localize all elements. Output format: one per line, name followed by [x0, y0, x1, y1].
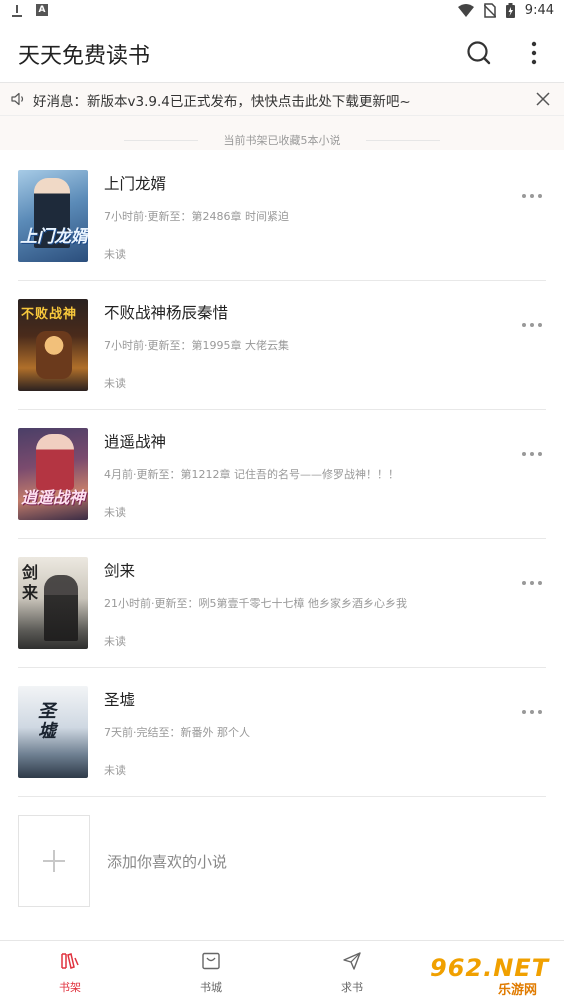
book-more-button[interactable]	[522, 194, 546, 200]
cover-title: 不败战神	[21, 307, 78, 322]
book-update: 7小时前·更新至：第1995章 大佬云集	[104, 339, 289, 352]
book-item[interactable]: 剑来 剑来 21小时前·更新至：咧5第壹千零七十七樟 他乡家乡酒乡心乡我 未读	[18, 538, 546, 668]
download-notification-icon	[12, 4, 22, 18]
book-cover[interactable]: 不败战神	[18, 299, 88, 391]
notice-text: 好消息：新版本v3.9.4已正式发布，快快点击此处下载更新吧~	[33, 94, 411, 110]
book-title: 圣墟	[104, 691, 136, 709]
book-title: 剑来	[104, 562, 136, 580]
cover-figure	[44, 575, 78, 641]
tab-label: 求书	[341, 981, 363, 994]
no-sim-icon	[483, 3, 496, 18]
battery-icon	[505, 3, 515, 18]
book-more-button[interactable]	[522, 452, 546, 458]
book-more-button[interactable]	[522, 581, 546, 587]
speaker-icon	[11, 92, 24, 106]
plus-icon	[43, 850, 65, 872]
book-read-status: 未读	[104, 377, 126, 390]
cover-title: 剑来	[22, 563, 39, 602]
update-notice[interactable]: 好消息：新版本v3.9.4已正式发布，快快点击此处下载更新吧~	[0, 83, 564, 116]
tab-label: 书架	[59, 981, 81, 994]
send-icon	[343, 952, 361, 970]
book-update: 7小时前·更新至：第2486章 时间紧迫	[104, 210, 289, 223]
book-read-status: 未读	[104, 248, 126, 261]
tab-bookshelf[interactable]: 书架	[20, 941, 120, 1003]
status-time: 9:44	[524, 3, 554, 18]
more-options-button[interactable]	[522, 38, 546, 68]
book-read-status: 未读	[104, 764, 126, 777]
book-cover[interactable]: 圣墟	[18, 686, 88, 778]
book-cover[interactable]: 逍遥战神	[18, 428, 88, 520]
app-title: 天天免费读书	[18, 44, 151, 69]
cover-title: 逍遥战神	[21, 488, 86, 507]
bookshelf-icon	[61, 953, 79, 969]
app-notification-icon: A	[36, 4, 48, 16]
cover-title: 上门龙婿	[20, 227, 88, 247]
watermark: 962.NET 乐游网	[424, 952, 560, 998]
book-more-button[interactable]	[522, 710, 546, 716]
search-icon	[467, 41, 491, 65]
book-read-status: 未读	[104, 506, 126, 519]
book-more-button[interactable]	[522, 323, 546, 329]
book-title: 上门龙婿	[104, 175, 167, 193]
wifi-icon	[457, 3, 474, 17]
cover-figure	[36, 331, 72, 379]
watermark-logo-text: 962.NET	[430, 954, 550, 982]
app-bar: 天天免费读书	[0, 24, 564, 83]
shelf-count: 当前书架已收藏5本小说	[223, 134, 341, 147]
book-title: 逍遥战神	[104, 433, 167, 451]
cover-title: 圣墟	[38, 701, 56, 742]
cover-figure	[36, 434, 74, 490]
book-item[interactable]: 不败战神 不败战神杨辰秦惜 7小时前·更新至：第1995章 大佬云集 未读	[18, 280, 546, 410]
book-update: 7天前·完结至：新番外 那个人	[104, 726, 250, 739]
close-icon[interactable]	[534, 90, 552, 108]
tab-bookstore[interactable]: 书城	[161, 941, 261, 1003]
watermark-site-name: 乐游网	[498, 983, 538, 998]
book-item[interactable]: 圣墟 圣墟 7天前·完结至：新番外 那个人 未读	[18, 667, 546, 797]
book-title: 不败战神杨辰秦惜	[104, 304, 229, 322]
shelf-header: 当前书架已收藏5本小说	[0, 116, 564, 150]
search-button[interactable]	[464, 38, 494, 68]
book-item[interactable]: 上门龙婿 上门龙婿 7小时前·更新至：第2486章 时间紧迫 未读	[18, 151, 546, 281]
more-vertical-icon	[531, 41, 537, 65]
tab-request-book[interactable]: 求书	[302, 941, 402, 1003]
add-book-row[interactable]: 添加你喜欢的小说	[18, 815, 546, 907]
book-update: 21小时前·更新至：咧5第壹千零七十七樟 他乡家乡酒乡心乡我	[104, 597, 407, 610]
book-cover[interactable]: 剑来	[18, 557, 88, 649]
status-bar: A 9:44	[0, 0, 564, 24]
book-item[interactable]: 逍遥战神 逍遥战神 4月前·更新至：第1212章 记住吾的名号——修罗战神！！！…	[18, 409, 546, 539]
divider	[366, 140, 440, 141]
tab-label: 书城	[200, 981, 222, 994]
book-cover[interactable]: 上门龙婿	[18, 170, 88, 262]
add-book-label: 添加你喜欢的小说	[107, 853, 228, 871]
bookstore-icon	[202, 952, 220, 970]
book-read-status: 未读	[104, 635, 126, 648]
book-update: 4月前·更新至：第1212章 记住吾的名号——修罗战神！！！	[104, 468, 399, 481]
add-book-button[interactable]	[18, 815, 90, 907]
